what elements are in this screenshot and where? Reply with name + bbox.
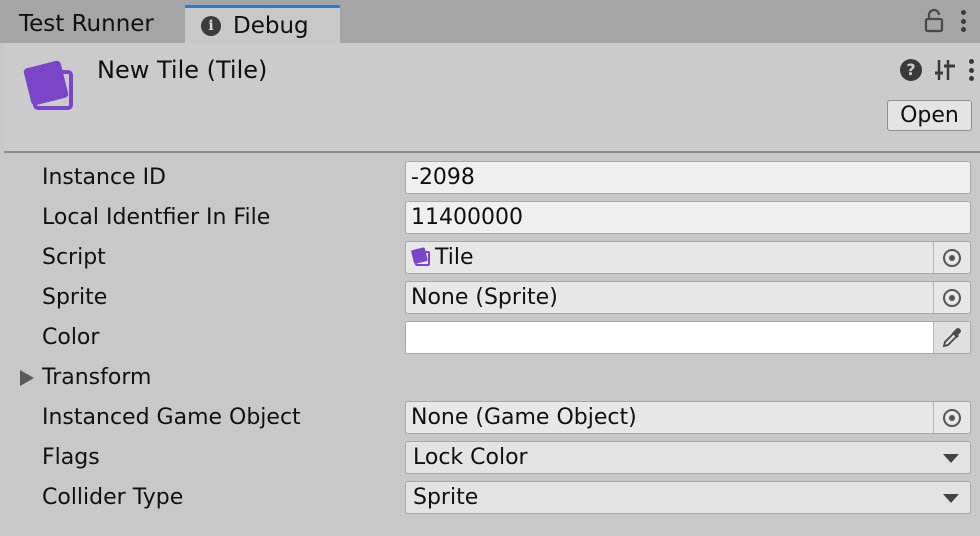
tile-script-icon bbox=[411, 247, 430, 266]
property-row-instanced-game-object: Instanced Game Object None (Game Object) bbox=[0, 398, 980, 438]
tab-debug[interactable]: i Debug bbox=[185, 5, 340, 43]
lock-icon[interactable] bbox=[924, 8, 944, 34]
object-picker-button[interactable] bbox=[933, 402, 970, 433]
object-picker-button[interactable] bbox=[933, 242, 970, 273]
property-row-instance-id: Instance ID -2098 bbox=[0, 158, 980, 198]
property-label: Transform bbox=[42, 365, 152, 390]
property-label: Flags bbox=[42, 445, 100, 470]
flags-dropdown[interactable]: Lock Color bbox=[405, 441, 971, 474]
open-button[interactable]: Open bbox=[887, 100, 972, 131]
instanced-game-object-value: None (Game Object) bbox=[411, 405, 637, 430]
header-icons: ? bbox=[900, 57, 974, 83]
chevron-down-icon bbox=[943, 454, 959, 463]
tab-label: Test Runner bbox=[19, 11, 154, 37]
property-label: Instanced Game Object bbox=[42, 405, 301, 430]
tile-asset-icon bbox=[23, 60, 73, 110]
property-row-flags: Flags Lock Color bbox=[0, 438, 980, 478]
sprite-field[interactable]: None (Sprite) bbox=[405, 281, 971, 314]
object-picker-icon bbox=[943, 288, 961, 307]
flags-value: Lock Color bbox=[413, 445, 528, 470]
foldout-arrow-icon[interactable] bbox=[20, 370, 34, 386]
property-label: Script bbox=[42, 245, 106, 270]
eyedropper-icon bbox=[942, 327, 961, 347]
property-list: Instance ID -2098 Local Identfier In Fil… bbox=[0, 158, 980, 518]
help-icon[interactable]: ? bbox=[900, 59, 922, 81]
property-row-script: Script Tile bbox=[0, 238, 980, 278]
property-label: Instance ID bbox=[42, 165, 166, 190]
tab-test-runner[interactable]: Test Runner bbox=[4, 5, 185, 43]
instanced-game-object-field[interactable]: None (Game Object) bbox=[405, 401, 971, 434]
property-label: Color bbox=[42, 325, 100, 350]
collider-type-dropdown[interactable]: Sprite bbox=[405, 481, 971, 514]
property-row-local-identifier: Local Identfier In File 11400000 bbox=[0, 198, 980, 238]
property-row-color: Color bbox=[0, 318, 980, 358]
page-title: New Tile (Tile) bbox=[97, 56, 268, 84]
instance-id-field[interactable]: -2098 bbox=[405, 161, 971, 194]
property-label: Sprite bbox=[42, 285, 108, 310]
object-picker-button[interactable] bbox=[933, 282, 970, 313]
color-field[interactable] bbox=[405, 321, 971, 354]
context-menu-icon[interactable] bbox=[968, 57, 974, 83]
script-field[interactable]: Tile bbox=[405, 241, 971, 274]
info-icon: i bbox=[201, 15, 221, 36]
collider-type-value: Sprite bbox=[413, 485, 479, 510]
property-row-sprite: Sprite None (Sprite) bbox=[0, 278, 980, 318]
property-row-transform[interactable]: Transform bbox=[0, 358, 980, 398]
property-row-collider-type: Collider Type Sprite bbox=[0, 478, 980, 518]
object-picker-icon bbox=[943, 408, 961, 427]
inspector-header: New Tile (Tile) ? Open bbox=[4, 43, 980, 153]
chevron-down-icon bbox=[943, 494, 959, 503]
sprite-value: None (Sprite) bbox=[411, 285, 558, 310]
script-value: Tile bbox=[435, 245, 474, 270]
property-label: Local Identfier In File bbox=[42, 205, 271, 230]
property-label: Collider Type bbox=[42, 485, 184, 510]
eyedropper-button[interactable] bbox=[933, 322, 970, 353]
tab-bar: Test Runner i Debug bbox=[0, 0, 980, 43]
presets-icon[interactable] bbox=[934, 58, 956, 82]
window-controls bbox=[924, 8, 966, 34]
local-identifier-field[interactable]: 11400000 bbox=[405, 201, 971, 234]
object-picker-icon bbox=[943, 248, 961, 267]
tab-menu-icon[interactable] bbox=[960, 8, 966, 34]
tab-label: Debug bbox=[233, 12, 309, 39]
